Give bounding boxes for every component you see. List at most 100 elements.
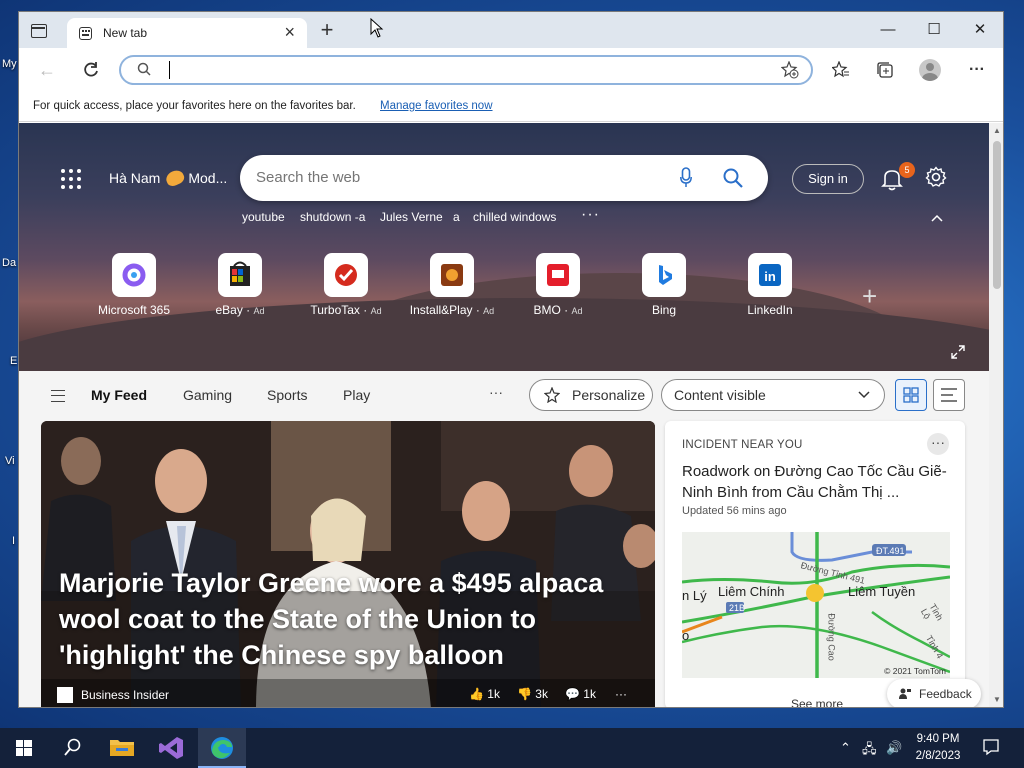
recent-search-item[interactable]: chilled windows bbox=[473, 210, 556, 224]
tab-actions-icon[interactable] bbox=[31, 24, 47, 38]
collections-button[interactable] bbox=[873, 58, 897, 82]
list-view-button[interactable] bbox=[933, 379, 965, 411]
feed-more-button[interactable]: ··· bbox=[489, 384, 503, 400]
manage-favorites-link[interactable]: Manage favorites now bbox=[380, 100, 493, 112]
scroll-down-arrow-icon[interactable]: ▼ bbox=[992, 695, 1002, 705]
chevron-up-icon[interactable]: ⌃ bbox=[840, 740, 851, 756]
scroll-up-arrow-icon[interactable]: ▲ bbox=[992, 126, 1002, 136]
recent-searches-more-button[interactable]: ··· bbox=[581, 206, 600, 224]
card-more-button[interactable]: ··· bbox=[615, 687, 627, 701]
new-tab-button[interactable]: + bbox=[315, 18, 339, 42]
quick-link-bmo[interactable]: BMO · Ad bbox=[513, 253, 603, 317]
incident-kicker: INCIDENT NEAR YOU bbox=[682, 439, 803, 451]
incident-card[interactable]: INCIDENT NEAR YOU ··· Roadwork on Đường … bbox=[665, 421, 965, 707]
add-favorite-icon[interactable] bbox=[781, 61, 799, 79]
grid-view-button[interactable] bbox=[895, 379, 927, 411]
desktop-icon-label[interactable]: E bbox=[10, 355, 17, 367]
apps-launcher-icon[interactable] bbox=[61, 169, 81, 189]
recent-search-item[interactable]: youtube bbox=[242, 210, 285, 224]
desktop-icon-label[interactable]: My bbox=[2, 58, 17, 70]
install-and-play-icon bbox=[430, 253, 474, 297]
maximize-button[interactable]: ☐ bbox=[911, 18, 957, 42]
feedback-button[interactable]: Feedback bbox=[887, 679, 981, 707]
chevron-down-icon bbox=[858, 391, 870, 399]
close-tab-icon[interactable]: × bbox=[284, 22, 295, 42]
personalize-label: Personalize bbox=[572, 387, 646, 403]
menu-icon[interactable] bbox=[51, 390, 65, 402]
refresh-button[interactable] bbox=[79, 58, 103, 82]
favorites-button[interactable] bbox=[829, 58, 853, 82]
folder-icon bbox=[110, 740, 134, 756]
desktop-icon-label[interactable]: Da bbox=[2, 257, 16, 269]
notification-count-badge: 5 bbox=[899, 162, 915, 178]
network-icon[interactable]: 🖧 bbox=[862, 740, 877, 762]
see-more-link[interactable]: See more bbox=[791, 697, 843, 707]
search-taskbar-button[interactable] bbox=[48, 728, 96, 768]
weather-widget[interactable]: Hà Nam Mod... bbox=[109, 167, 227, 189]
tab-new-tab[interactable]: New tab × bbox=[67, 18, 307, 48]
tab-title: New tab bbox=[103, 26, 148, 40]
web-search-box[interactable] bbox=[240, 155, 768, 201]
dislike-button[interactable]: 👎 3k bbox=[517, 687, 548, 701]
minimize-button[interactable]: — bbox=[865, 18, 911, 42]
quick-link-install-and-play[interactable]: Install&Play · Ad bbox=[407, 253, 497, 317]
page-scrollbar[interactable]: ▲ ▼ bbox=[989, 123, 1003, 707]
settings-more-button[interactable]: ··· bbox=[965, 58, 989, 82]
news-card-main[interactable]: Marjorie Taylor Greene wore a $495 alpac… bbox=[41, 421, 655, 707]
main-card-footer: Business Insider 👍 1k 👎 3k 💬 1k ··· bbox=[41, 679, 655, 707]
clock[interactable]: 9:40 PM 2/8/2023 bbox=[900, 731, 976, 765]
add-quick-link-button[interactable]: + bbox=[862, 281, 877, 312]
back-button[interactable]: ← bbox=[35, 58, 59, 82]
tab-my-feed[interactable]: My Feed bbox=[91, 387, 147, 403]
refresh-icon bbox=[84, 62, 98, 77]
incident-more-button[interactable]: ··· bbox=[927, 433, 949, 455]
address-bar[interactable] bbox=[119, 55, 813, 85]
tab-gaming[interactable]: Gaming bbox=[183, 387, 232, 403]
close-window-button[interactable]: ✕ bbox=[957, 18, 1003, 42]
main-card-headline[interactable]: Marjorie Taylor Greene wore a $495 alpac… bbox=[59, 565, 619, 673]
like-button[interactable]: 👍 1k bbox=[469, 687, 500, 701]
sign-in-button[interactable]: Sign in bbox=[792, 164, 864, 194]
microphone-icon[interactable] bbox=[680, 167, 692, 189]
search-input[interactable] bbox=[256, 169, 656, 186]
quick-link-linkedin[interactable]: in LinkedIn bbox=[725, 253, 815, 317]
desktop-icon-label[interactable]: I bbox=[12, 535, 15, 547]
scrollbar-thumb[interactable] bbox=[993, 141, 1001, 289]
taskbar: ⌃ 🖧 🔊 9:40 PM 2/8/2023 bbox=[0, 728, 1024, 768]
expand-icon[interactable] bbox=[951, 345, 965, 359]
map-label: ĐT.491 bbox=[876, 546, 905, 556]
file-explorer-button[interactable] bbox=[98, 728, 146, 768]
recent-search-item[interactable]: Jules Verne bbox=[380, 210, 443, 224]
main-card-source[interactable]: Business Insider bbox=[81, 688, 169, 702]
incident-map[interactable]: Liêm Chính Liêm Tuyền n Lý o Đường Tỉnh … bbox=[682, 532, 950, 678]
visual-studio-button[interactable] bbox=[148, 728, 196, 768]
favorites-icon bbox=[831, 60, 849, 78]
chevron-up-icon[interactable] bbox=[931, 213, 943, 225]
quick-link-ebay[interactable]: eBay · Ad bbox=[195, 253, 285, 317]
map-label: Liêm Chính bbox=[718, 584, 785, 599]
svg-text:in: in bbox=[764, 269, 776, 284]
recent-search-item[interactable]: a bbox=[453, 210, 460, 224]
quick-link-bing[interactable]: Bing bbox=[619, 253, 709, 317]
start-button[interactable] bbox=[0, 728, 48, 768]
notifications-icon[interactable] bbox=[982, 738, 1000, 756]
quick-link-label: BMO · Ad bbox=[533, 303, 583, 317]
tab-sports[interactable]: Sports bbox=[267, 387, 307, 403]
comments-button[interactable]: 💬 1k bbox=[565, 687, 596, 701]
quick-link-turbotax[interactable]: TurboTax · Ad bbox=[301, 253, 391, 317]
recent-search-item[interactable]: shutdown -a bbox=[300, 210, 365, 224]
quick-link-microsoft-365[interactable]: Microsoft 365 bbox=[89, 253, 179, 317]
desktop-icon-label[interactable]: Vi bbox=[5, 455, 15, 467]
map-credit: © 2021 TomTom bbox=[884, 666, 946, 676]
visual-studio-icon bbox=[159, 737, 183, 759]
content-visibility-select[interactable]: Content visible bbox=[661, 379, 885, 411]
ebay-icon bbox=[218, 253, 262, 297]
search-icon[interactable] bbox=[722, 167, 744, 189]
gear-icon[interactable] bbox=[925, 166, 947, 188]
edge-browser-button[interactable] bbox=[198, 728, 246, 768]
tab-play[interactable]: Play bbox=[343, 387, 370, 403]
personalize-icon bbox=[544, 387, 560, 403]
incident-title[interactable]: Roadwork on Đường Cao Tốc Cầu Giẽ-Ninh B… bbox=[682, 461, 954, 503]
profile-avatar[interactable] bbox=[919, 59, 941, 81]
personalize-button[interactable]: Personalize bbox=[529, 379, 653, 411]
